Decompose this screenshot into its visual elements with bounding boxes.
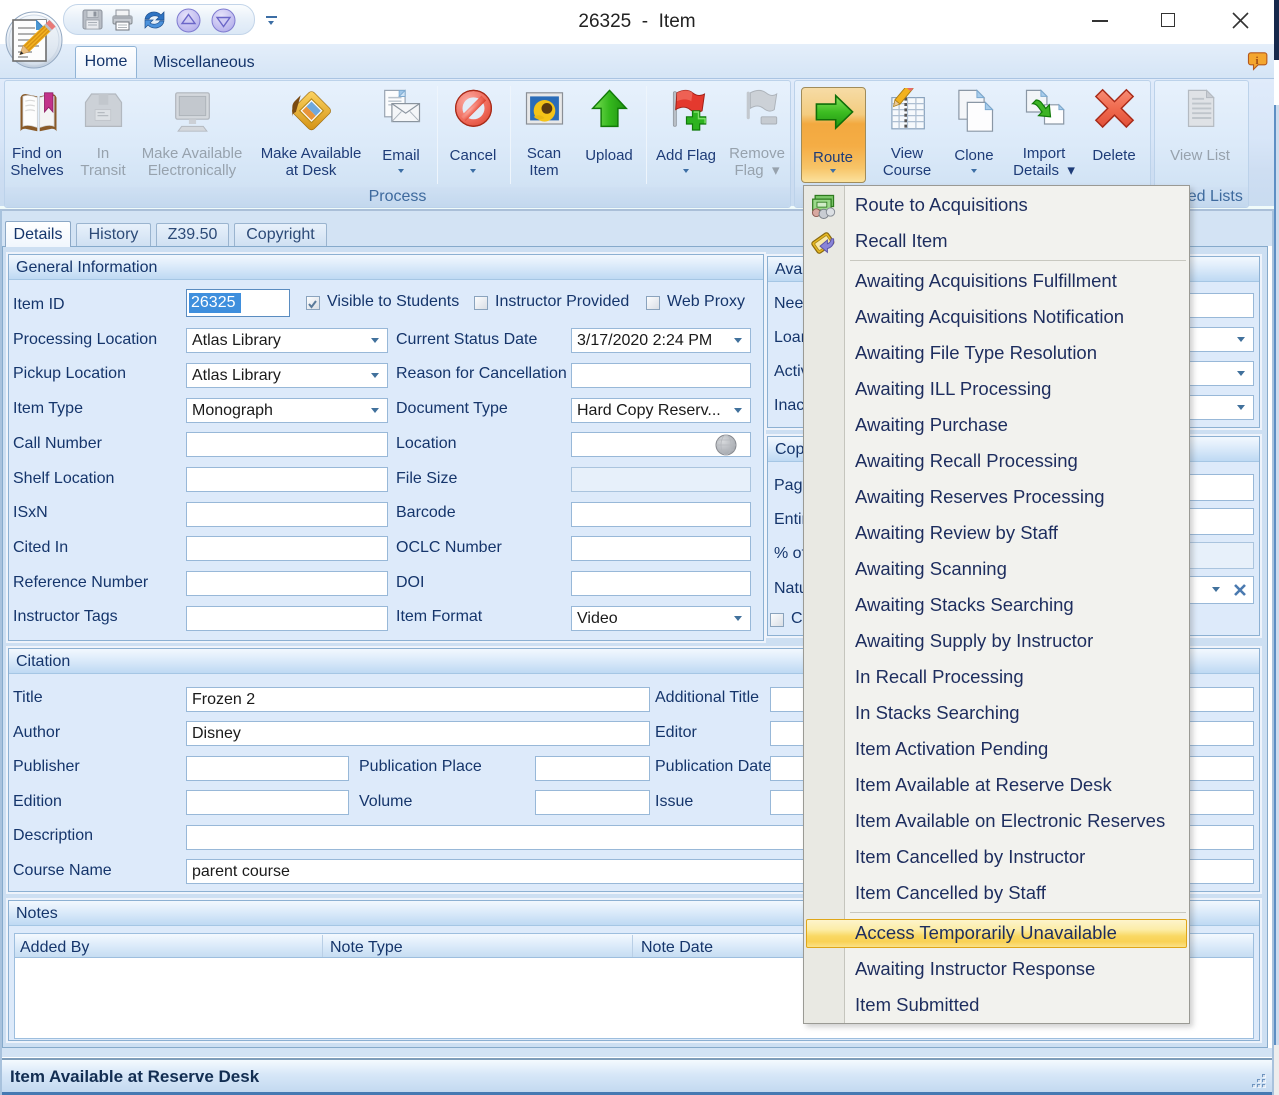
svg-text:i: i [1255,55,1258,67]
